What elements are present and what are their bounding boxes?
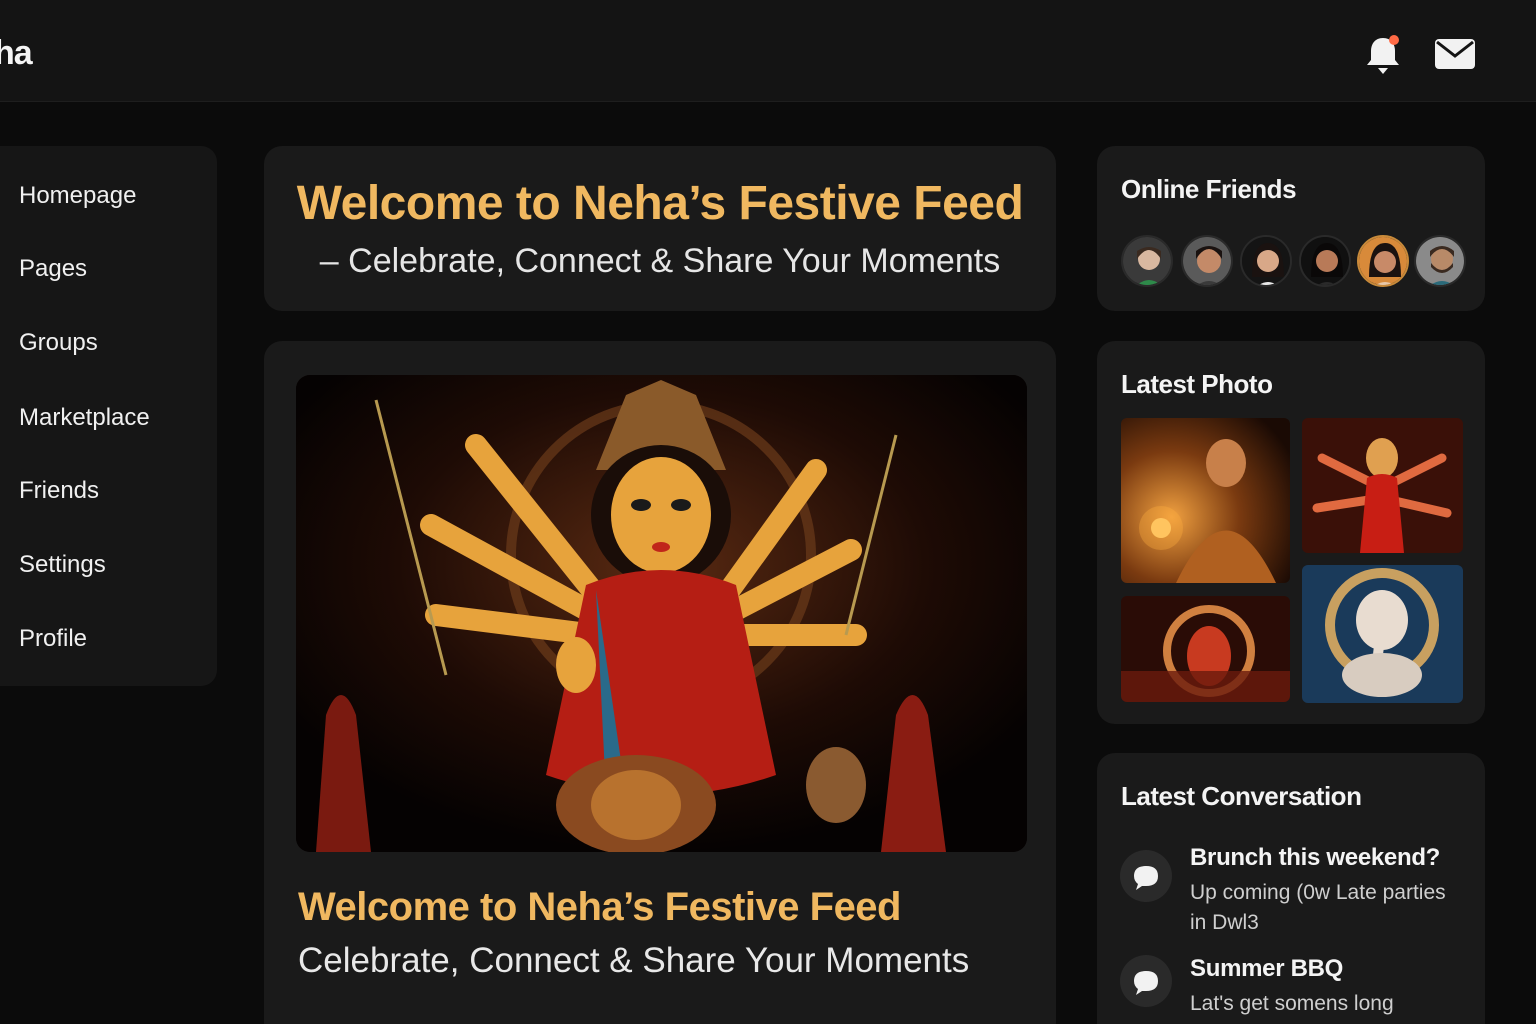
avatar[interactable] bbox=[1121, 235, 1173, 287]
sidebar-nav: Homepage Pages Groups Marketplace Friend… bbox=[0, 146, 217, 686]
conversation-preview: Up coming (0w Late parties in Dwl3 bbox=[1190, 881, 1446, 934]
conversation-title[interactable]: Brunch this weekend? bbox=[1190, 844, 1440, 872]
brand-name[interactable]: ha bbox=[0, 34, 33, 73]
post-subtitle: Celebrate, Connect & Share Your Moments bbox=[298, 941, 970, 980]
sidebar-item-profile[interactable]: Profile bbox=[19, 625, 87, 653]
top-bar: ha bbox=[0, 0, 1536, 102]
welcome-subtitle: – Celebrate, Connect & Share Your Moment… bbox=[319, 242, 1001, 280]
sidebar-item-settings[interactable]: Settings bbox=[19, 551, 106, 579]
bell-icon[interactable] bbox=[1364, 34, 1402, 76]
avatar[interactable] bbox=[1414, 235, 1466, 287]
chat-bubble-icon[interactable] bbox=[1120, 850, 1172, 902]
photo-thumbnail[interactable] bbox=[1302, 418, 1463, 553]
mail-icon[interactable] bbox=[1434, 38, 1476, 70]
welcome-banner: Welcome to Neha’s Festive Feed – Celebra… bbox=[264, 146, 1056, 311]
online-friends-heading: Online Friends bbox=[1121, 174, 1297, 204]
avatar[interactable] bbox=[1357, 235, 1409, 287]
conversation-preview: Lat's get somens long bbox=[1190, 992, 1394, 1015]
sidebar-item-groups[interactable]: Groups bbox=[19, 329, 98, 357]
photo-thumbnail[interactable] bbox=[1121, 418, 1290, 583]
chat-bubble-icon[interactable] bbox=[1120, 955, 1172, 1007]
sidebar-item-friends[interactable]: Friends bbox=[19, 477, 99, 505]
sidebar-item-marketplace[interactable]: Marketplace bbox=[19, 404, 150, 432]
notification-dot bbox=[1389, 35, 1399, 45]
photo-thumbnail[interactable] bbox=[1121, 596, 1290, 702]
post-image[interactable] bbox=[296, 375, 1027, 852]
sidebar-item-pages[interactable]: Pages bbox=[19, 255, 87, 283]
avatar[interactable] bbox=[1240, 235, 1292, 287]
latest-photo-heading: Latest Photo bbox=[1121, 369, 1273, 399]
photo-thumbnail[interactable] bbox=[1302, 565, 1463, 703]
avatar[interactable] bbox=[1181, 235, 1233, 287]
avatar[interactable] bbox=[1299, 235, 1351, 287]
online-friends-card: Online Friends bbox=[1097, 146, 1485, 311]
conversation-title[interactable]: Summer BBQ bbox=[1190, 955, 1343, 983]
post-title: Welcome to Neha’s Festive Feed bbox=[298, 885, 902, 929]
sidebar-item-homepage[interactable]: Homepage bbox=[19, 182, 136, 210]
latest-conversation-heading: Latest Conversation bbox=[1121, 781, 1362, 811]
welcome-title: Welcome to Neha’s Festive Feed bbox=[296, 177, 1024, 230]
feed-post: Welcome to Neha’s Festive Feed Celebrate… bbox=[264, 341, 1056, 1024]
